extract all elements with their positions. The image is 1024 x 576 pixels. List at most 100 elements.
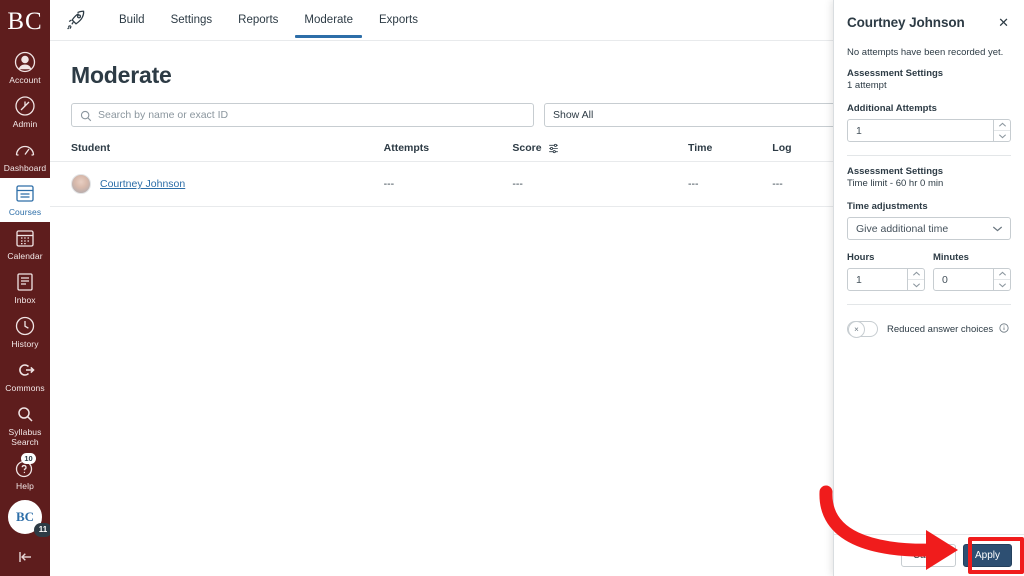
collapse-navigation-icon[interactable] [16, 550, 34, 568]
sidebar-item-label: Help [16, 481, 34, 491]
cell-attempts: --- [383, 161, 513, 207]
sidebar-item-help[interactable]: 10 Help [0, 452, 50, 496]
cell-student: Courtney Johnson [50, 161, 384, 207]
sidebar-item-history[interactable]: History [0, 310, 50, 354]
global-navigation-sidebar: BC Account Admin Dashboard Courses Calen… [0, 0, 52, 576]
search-icon [80, 109, 92, 122]
minutes-group: Minutes 0 [933, 240, 1011, 291]
cell-log: --- [772, 161, 837, 207]
cell-score: --- [512, 161, 688, 207]
sidebar-item-label: Commons [5, 383, 45, 393]
chevron-up-icon[interactable] [994, 269, 1010, 280]
hours-group: Hours 1 [847, 240, 925, 291]
sidebar-item-inbox[interactable]: Inbox [0, 266, 50, 310]
tab-exports[interactable]: Exports [366, 3, 431, 38]
show-all-filter-select[interactable]: Show All [544, 103, 844, 127]
additional-attempts-stepper[interactable]: 1 [847, 119, 1011, 142]
column-header-attempts[interactable]: Attempts [383, 142, 513, 162]
user-avatar-wrap[interactable]: BC 11 [8, 500, 52, 537]
sidebar-item-dashboard[interactable]: Dashboard [0, 134, 50, 178]
tab-moderate[interactable]: Moderate [291, 3, 366, 38]
time-limit-value: Time limit - 60 hr 0 min [847, 178, 944, 189]
minutes-label: Minutes [933, 252, 969, 263]
help-badge: 10 [21, 453, 36, 464]
search-box[interactable] [71, 103, 534, 127]
chevron-up-icon[interactable] [908, 269, 924, 280]
additional-attempts-value[interactable]: 1 [848, 120, 993, 141]
rocket-icon[interactable] [64, 8, 88, 32]
column-header-student[interactable]: Student [50, 142, 384, 162]
hours-minutes-row: Hours 1 Minutes 0 [847, 240, 1011, 291]
tray-footer: Cancel Apply [834, 534, 1024, 576]
magnifier-icon [13, 402, 37, 426]
sidebar-item-calendar[interactable]: Calendar [0, 222, 50, 266]
tray-body: No attempts have been recorded yet. Asse… [834, 30, 1024, 534]
clock-icon [13, 314, 37, 338]
sidebar-item-label: History [11, 339, 39, 349]
avatar [71, 174, 91, 194]
attempts-section-heading: Assessment Settings [847, 68, 944, 79]
sidebar-item-syllabus-search[interactable]: Syllabus Search [0, 398, 50, 452]
sidebar-item-label: Account [9, 75, 41, 85]
time-section-heading: Assessment Settings [847, 166, 944, 177]
column-header-score[interactable]: Score [512, 142, 688, 162]
divider [847, 304, 1011, 305]
reduced-answer-choices-toggle[interactable]: × [847, 321, 878, 338]
user-circle-icon [13, 50, 37, 74]
tab-settings[interactable]: Settings [158, 3, 226, 38]
tray-header: Courtney Johnson ✕ [834, 0, 1024, 30]
hours-value[interactable]: 1 [848, 269, 907, 290]
global-nav-footer: BC 11 [0, 500, 52, 576]
info-icon[interactable] [999, 323, 1009, 333]
sidebar-item-label: Inbox [14, 295, 36, 305]
column-header-time[interactable]: Time [688, 142, 773, 162]
minutes-stepper[interactable]: 0 [933, 268, 1011, 291]
cancel-button[interactable]: Cancel [900, 544, 956, 567]
help-question-icon: 10 [13, 453, 37, 480]
sidebar-item-courses[interactable]: Courses [0, 178, 50, 222]
apply-button[interactable]: Apply [962, 544, 1012, 567]
chevron-down-icon[interactable] [994, 280, 1010, 290]
courses-book-icon [13, 182, 37, 206]
chevron-down-icon[interactable] [908, 280, 924, 290]
search-input[interactable] [92, 104, 533, 126]
global-nav-items: Account Admin Dashboard Courses Calendar… [0, 46, 50, 496]
commons-arrow-icon [13, 358, 37, 382]
sidebar-item-admin[interactable]: Admin [0, 90, 50, 134]
sidebar-item-label: Syllabus Search [8, 427, 42, 447]
sidebar-item-label: Dashboard [3, 163, 47, 173]
tab-reports[interactable]: Reports [225, 3, 291, 38]
close-icon[interactable]: ✕ [996, 15, 1011, 30]
toggle-knob: × [848, 321, 865, 338]
sort-filter-icon[interactable] [548, 143, 559, 154]
sidebar-item-account[interactable]: Account [0, 46, 50, 90]
column-header-log[interactable]: Log [772, 142, 837, 162]
chevron-down-icon [992, 225, 1003, 232]
show-all-filter-value: Show All [553, 109, 594, 121]
divider [847, 155, 1011, 156]
spinner-buttons [993, 120, 1010, 141]
sidebar-item-commons[interactable]: Commons [0, 354, 50, 398]
column-header-score-label: Score [512, 142, 542, 154]
hours-stepper[interactable]: 1 [847, 268, 925, 291]
dashboard-gauge-icon [13, 138, 37, 162]
minutes-value[interactable]: 0 [934, 269, 993, 290]
student-name-link[interactable]: Courtney Johnson [100, 178, 185, 190]
student-moderation-tray: Courtney Johnson ✕ No attempts have been… [833, 0, 1024, 576]
institution-logo: BC [7, 8, 43, 35]
chevron-down-icon[interactable] [994, 131, 1010, 141]
spinner-buttons [907, 269, 924, 290]
time-adjustments-value: Give additional time [856, 222, 949, 235]
tab-build[interactable]: Build [106, 3, 158, 38]
sidebar-item-label: Admin [12, 119, 38, 129]
reduced-answer-choices-row: × Reduced answer choices [847, 321, 1011, 338]
time-adjustments-label: Time adjustments [847, 201, 928, 212]
reduced-answer-choices-label: Reduced answer choices [887, 323, 1009, 335]
additional-attempts-label: Additional Attempts [847, 103, 937, 114]
sidebar-item-label: Calendar [7, 251, 43, 261]
time-adjustments-select[interactable]: Give additional time [847, 217, 1011, 240]
inbox-icon [13, 270, 37, 294]
calendar-icon [13, 226, 37, 250]
reduced-answer-choices-text: Reduced answer choices [887, 324, 994, 335]
chevron-up-icon[interactable] [994, 120, 1010, 131]
